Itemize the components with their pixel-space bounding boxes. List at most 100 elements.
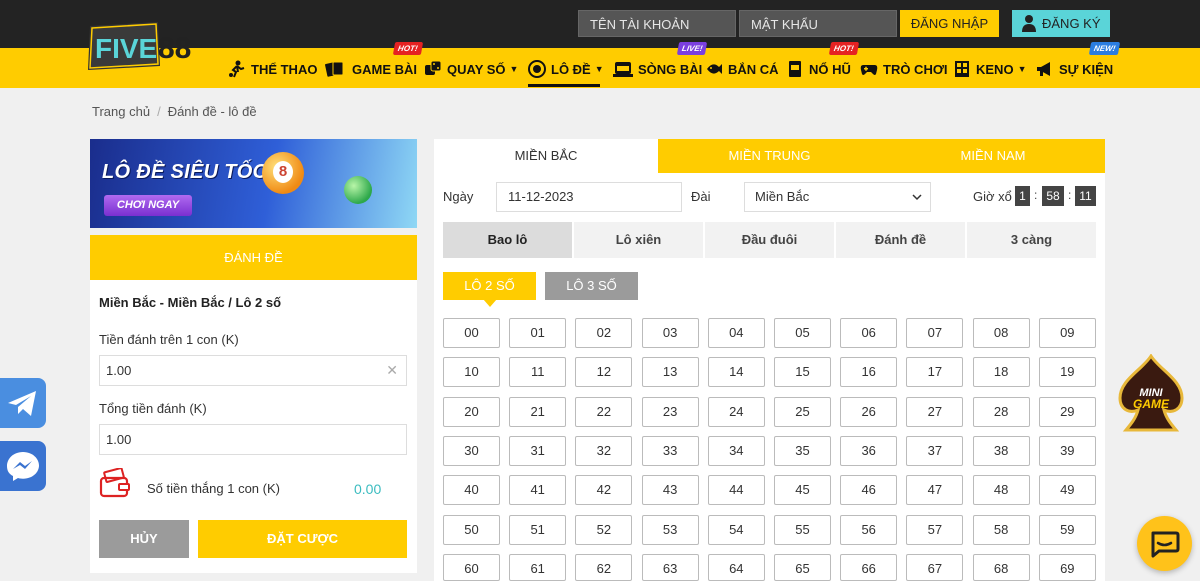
tab-bao-lo[interactable]: Bao lô [443, 222, 572, 258]
tab-danh-de[interactable]: Đánh đề [836, 222, 965, 258]
number-cell[interactable]: 16 [840, 357, 898, 388]
nav-item-tro-choi[interactable]: TRÒ CHƠI [860, 58, 948, 80]
number-cell[interactable]: 65 [774, 553, 831, 581]
number-cell[interactable]: 00 [443, 318, 500, 348]
number-cell[interactable]: 54 [707, 514, 765, 545]
number-cell[interactable]: 36 [840, 435, 898, 466]
nav-item-ban-ca[interactable]: BẮN CÁ [705, 58, 779, 80]
mode-lo-2-so[interactable]: LÔ 2 SỐ [443, 272, 536, 300]
tab-mien-nam[interactable]: MIỀN NAM [881, 139, 1105, 173]
tab-mien-bac[interactable]: MIỀN BẮC [434, 139, 658, 173]
nav-item-quay-so[interactable]: QUAY SỐ ▼ [424, 58, 518, 80]
number-cell[interactable]: 55 [774, 514, 831, 545]
number-cell[interactable]: 34 [707, 435, 765, 466]
number-cell[interactable]: 56 [840, 514, 898, 545]
stake-input[interactable]: 1.00 ✕ [99, 355, 407, 386]
messenger-button[interactable] [0, 441, 46, 491]
nav-item-su-kien[interactable]: SỰ KIỆN [1036, 58, 1113, 80]
nav-item-no-hu[interactable]: NỔ HŨ [786, 58, 851, 80]
nav-item-the-thao[interactable]: THỂ THAO [228, 58, 317, 80]
number-cell[interactable]: 40 [443, 475, 500, 506]
number-cell[interactable]: 07 [906, 318, 964, 348]
station-select[interactable]: Miền Bắc [744, 182, 931, 212]
number-cell[interactable]: 09 [1038, 318, 1096, 348]
place-bet-button[interactable]: ĐẶT CƯỢC [198, 520, 407, 558]
number-cell[interactable]: 48 [972, 475, 1030, 506]
number-cell[interactable]: 14 [707, 357, 765, 388]
login-button[interactable]: ĐĂNG NHẬP [900, 10, 999, 37]
number-cell[interactable]: 18 [972, 357, 1030, 388]
number-cell[interactable]: 06 [840, 318, 898, 348]
five88-logo[interactable]: FIVE 88 [86, 20, 192, 74]
number-cell[interactable]: 61 [509, 553, 567, 581]
register-button[interactable]: ĐĂNG KÝ [1012, 10, 1110, 37]
tab-dau-duoi[interactable]: Đầu đuôi [705, 222, 834, 258]
number-cell[interactable]: 17 [906, 357, 964, 388]
nav-item-song-bai[interactable]: SÒNG BÀI [613, 58, 702, 80]
username-input[interactable]: TÊN TÀI KHOẢN [578, 10, 736, 37]
date-input[interactable]: 11-12-2023 [496, 182, 682, 212]
nav-item-lo-de[interactable]: LÔ ĐỀ ▼ [528, 58, 604, 80]
number-cell[interactable]: 42 [575, 475, 633, 506]
number-cell[interactable]: 03 [641, 318, 699, 348]
number-cell[interactable]: 28 [972, 396, 1030, 427]
password-input[interactable]: MẬT KHẨU [739, 10, 897, 37]
number-cell[interactable]: 30 [443, 435, 500, 466]
number-cell[interactable]: 25 [774, 396, 831, 427]
number-cell[interactable]: 33 [641, 435, 699, 466]
number-cell[interactable]: 63 [641, 553, 699, 581]
number-cell[interactable]: 60 [443, 553, 500, 581]
number-cell[interactable]: 57 [906, 514, 964, 545]
number-cell[interactable]: 62 [575, 553, 633, 581]
number-cell[interactable]: 01 [509, 318, 567, 348]
mini-game-button[interactable]: MINI GAME [1116, 354, 1186, 438]
number-cell[interactable]: 24 [707, 396, 765, 427]
number-cell[interactable]: 10 [443, 357, 500, 388]
number-cell[interactable]: 31 [509, 435, 567, 466]
mode-lo-3-so[interactable]: LÔ 3 SỐ [545, 272, 638, 300]
number-cell[interactable]: 45 [774, 475, 831, 506]
tab-mien-trung[interactable]: MIỀN TRUNG [658, 139, 881, 173]
number-cell[interactable]: 51 [509, 514, 567, 545]
number-cell[interactable]: 21 [509, 396, 567, 427]
number-cell[interactable]: 38 [972, 435, 1030, 466]
number-cell[interactable]: 41 [509, 475, 567, 506]
live-chat-button[interactable] [1137, 516, 1192, 571]
number-cell[interactable]: 27 [906, 396, 964, 427]
number-cell[interactable]: 47 [906, 475, 964, 506]
cancel-button[interactable]: HỦY [99, 520, 189, 558]
number-cell[interactable]: 49 [1038, 475, 1096, 506]
number-cell[interactable]: 04 [707, 318, 765, 348]
number-cell[interactable]: 58 [972, 514, 1030, 545]
number-cell[interactable]: 50 [443, 514, 500, 545]
number-cell[interactable]: 05 [774, 318, 831, 348]
number-cell[interactable]: 67 [906, 553, 964, 581]
number-cell[interactable]: 59 [1038, 514, 1096, 545]
number-cell[interactable]: 29 [1038, 396, 1096, 427]
nav-item-game-bai[interactable]: GAME BÀI [325, 58, 417, 80]
number-cell[interactable]: 53 [641, 514, 699, 545]
breadcrumb-home[interactable]: Trang chủ [92, 104, 150, 119]
number-cell[interactable]: 52 [575, 514, 633, 545]
number-cell[interactable]: 46 [840, 475, 898, 506]
number-cell[interactable]: 12 [575, 357, 633, 388]
clear-icon[interactable]: ✕ [386, 356, 398, 385]
telegram-button[interactable] [0, 378, 46, 428]
number-cell[interactable]: 19 [1038, 357, 1096, 388]
number-cell[interactable]: 68 [972, 553, 1030, 581]
tab-3-cang[interactable]: 3 càng [967, 222, 1096, 258]
number-cell[interactable]: 66 [840, 553, 898, 581]
number-cell[interactable]: 39 [1038, 435, 1096, 466]
number-cell[interactable]: 20 [443, 396, 500, 427]
number-cell[interactable]: 11 [509, 357, 567, 388]
number-cell[interactable]: 69 [1038, 553, 1096, 581]
number-cell[interactable]: 22 [575, 396, 633, 427]
number-cell[interactable]: 26 [840, 396, 898, 427]
banner-play-button[interactable]: CHƠI NGAY [104, 195, 192, 216]
number-cell[interactable]: 64 [707, 553, 765, 581]
nav-item-keno[interactable]: KENO ▼ [953, 58, 1026, 80]
number-cell[interactable]: 13 [641, 357, 699, 388]
number-cell[interactable]: 44 [707, 475, 765, 506]
number-cell[interactable]: 32 [575, 435, 633, 466]
number-cell[interactable]: 35 [774, 435, 831, 466]
